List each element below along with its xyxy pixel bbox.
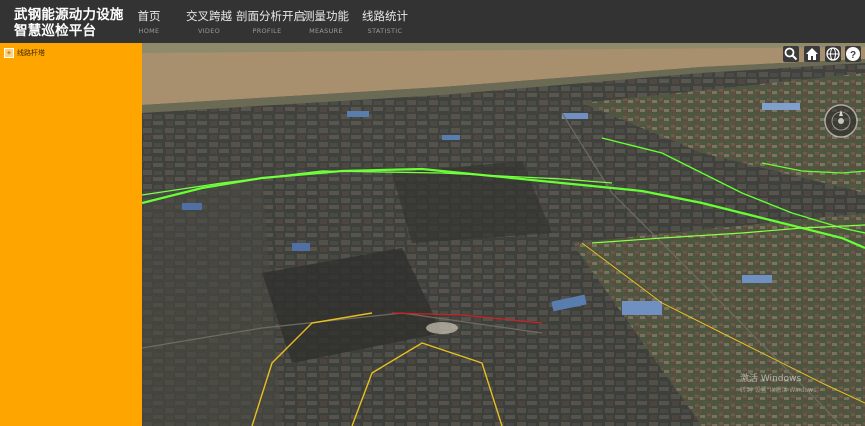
search-icon	[784, 47, 798, 61]
navigation-compass[interactable]	[824, 104, 858, 138]
home-icon	[806, 48, 818, 60]
activation-watermark-subtitle: 转到"设置"以激活 Windows。	[740, 387, 823, 394]
help-button[interactable]: ?	[845, 46, 861, 62]
nav-video-sublabel: VIDEO	[197, 27, 221, 35]
home-view-button[interactable]	[804, 46, 820, 62]
expand-icon[interactable]: +	[4, 48, 14, 58]
nav-video-label: 交叉跨越	[186, 9, 232, 23]
nav-statistic-sublabel: STATISTIC	[367, 27, 403, 35]
nav-statistic-label: 线路统计	[362, 9, 408, 23]
tree-node-line-towers[interactable]: + 线路杆塔	[4, 47, 45, 59]
satellite-terrain	[142, 43, 865, 426]
nav-video[interactable]: 交叉跨越 VIDEO	[186, 0, 232, 43]
help-icon: ?	[846, 47, 860, 61]
nav-statistic[interactable]: 线路统计 STATISTIC	[362, 0, 408, 43]
svg-text:?: ?	[850, 50, 856, 61]
nav-measure-sublabel: MEASURE	[309, 27, 343, 35]
app-title: 武钢能源动力设施智慧巡检平台	[14, 7, 124, 39]
nav-profile-label: 剖面分析开启	[236, 9, 305, 23]
nav-profile-sublabel: PROFILE	[252, 27, 282, 35]
nav-home-sublabel: HOME	[138, 27, 160, 35]
top-bar: 武钢能源动力设施智慧巡检平台 首页 HOME 交叉跨越 VIDEO 剖面分析开启…	[0, 0, 865, 43]
scene-mode-button[interactable]	[825, 46, 841, 62]
nav-home[interactable]: 首页 HOME	[134, 0, 164, 43]
search-button[interactable]	[783, 46, 799, 62]
layer-sidebar: + 线路杆塔	[0, 43, 142, 426]
compass-icon	[824, 104, 858, 138]
nav-measure-label: 测量功能	[303, 9, 349, 23]
activation-watermark: 激活 Windows	[740, 374, 802, 384]
tree-node-label: 线路杆塔	[17, 49, 45, 57]
nav-profile[interactable]: 剖面分析开启 PROFILE	[236, 0, 305, 43]
globe-icon	[826, 47, 840, 61]
nav-home-label: 首页	[137, 9, 161, 23]
map-view[interactable]	[142, 43, 865, 426]
nav-measure[interactable]: 测量功能 MEASURE	[303, 0, 349, 43]
